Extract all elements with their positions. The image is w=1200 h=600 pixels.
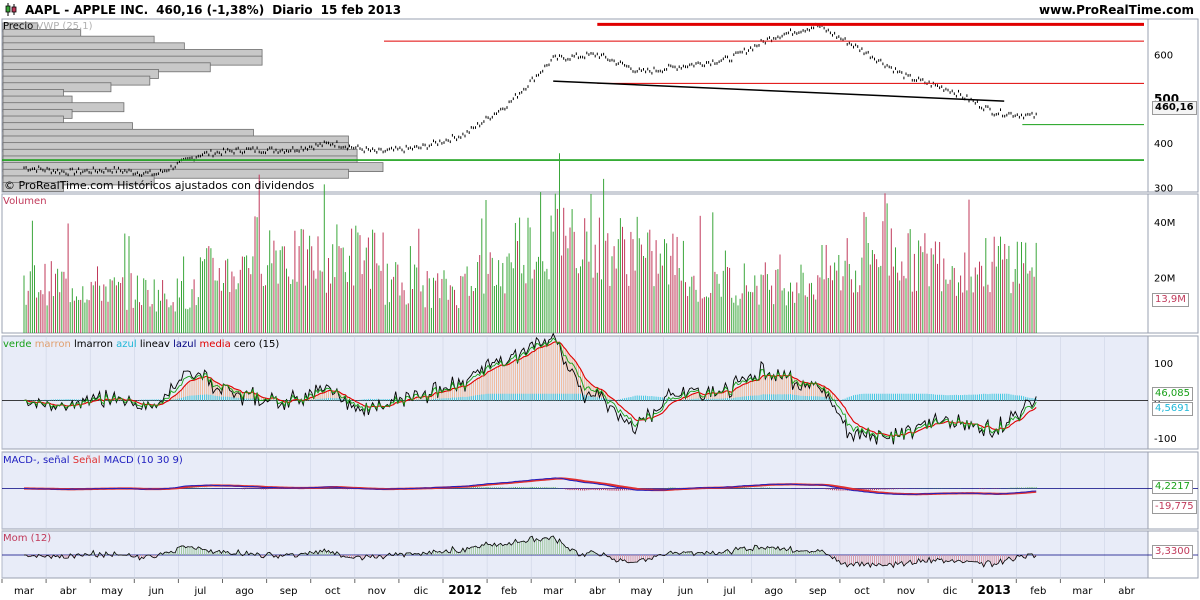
- price-panel-label: Precio VWP (25,1): [3, 21, 93, 32]
- ma-green-tag: 46,085: [1152, 387, 1193, 401]
- x-tick-label: nov: [897, 586, 915, 597]
- legend-item: media: [199, 339, 234, 350]
- site-link[interactable]: www.ProRealTime.com: [1039, 0, 1194, 19]
- legend-item: marron: [34, 339, 75, 350]
- last-price-tag: 460,16: [1152, 101, 1197, 115]
- watermark: © ProRealTime.com Históricos ajustados c…: [4, 179, 315, 192]
- x-tick-label: ago: [764, 586, 783, 597]
- x-tick-label: jun: [148, 586, 164, 597]
- chart-area: mar abr may jun jul ago sep oct nov dic 2012 feb mar…: [1, 18, 1199, 597]
- legend-item: MACD (10 30 9): [103, 455, 183, 466]
- macd-legend: MACD-, señal Señal MACD (10 30 9): [3, 455, 183, 466]
- legend-item: lineav: [139, 339, 174, 350]
- symbol-name: AAPL - APPLE INC.: [25, 2, 149, 17]
- period-label: Diario: [272, 2, 313, 17]
- x-tick-label: dic: [414, 586, 429, 597]
- x-tick-label: ago: [235, 586, 254, 597]
- x-tick-label: jun: [677, 586, 693, 597]
- panel-mom: [1, 530, 1149, 579]
- x-tick-label: feb: [1030, 586, 1046, 597]
- x-tick-label: 2012: [448, 583, 481, 597]
- x-tick-label: nov: [368, 586, 386, 597]
- x-tick-label: mar: [14, 586, 35, 597]
- price-change: 460,16 (-1,38%): [156, 2, 265, 17]
- x-tick-label: jul: [723, 586, 736, 597]
- x-tick-label: abr: [589, 586, 606, 597]
- ma-tick-label: -100: [1154, 434, 1177, 445]
- x-tick-label: mar: [543, 586, 564, 597]
- macd-green-tag: 4,2217: [1152, 480, 1193, 494]
- x-tick-label: dic: [943, 586, 958, 597]
- ma-legend: verde marron lmarron azul lineav lazul m…: [3, 339, 279, 350]
- legend-item: lmarron: [74, 339, 117, 350]
- legend-item: MACD-, señal: [3, 455, 73, 466]
- title-bar: AAPL - APPLE INC. 460,16 (-1,38%) Diario…: [0, 0, 401, 19]
- price-tick-label: 400: [1154, 139, 1173, 150]
- x-tick-label: may: [101, 586, 123, 597]
- legend-item: lazul: [173, 339, 200, 350]
- mom-tag: 3,3300: [1152, 545, 1193, 559]
- volume-tick-label: 40M: [1154, 218, 1175, 229]
- x-tick-label: oct: [854, 586, 870, 597]
- price-label: Precio: [3, 21, 34, 32]
- price-tick-label: 600: [1154, 50, 1173, 61]
- date-label: 15 feb 2013: [320, 2, 402, 17]
- x-tick-label: jul: [193, 586, 206, 597]
- x-tick-label: oct: [325, 586, 341, 597]
- x-tick-label: mar: [1072, 586, 1093, 597]
- x-tick-label: abr: [1118, 586, 1135, 597]
- panel-vol: [1, 193, 1149, 334]
- x-tick-label: sep: [809, 586, 827, 597]
- price-tick-label: 300: [1154, 184, 1173, 195]
- volume-label: Volumen: [3, 196, 47, 207]
- last-volume-tag: 13,9M: [1152, 293, 1189, 307]
- candlestick-icon: [5, 3, 17, 16]
- x-tick-label: feb: [501, 586, 517, 597]
- ma-blue-tag: 4,5691: [1152, 402, 1193, 416]
- x-tick-label: may: [631, 586, 653, 597]
- volume-tick-label: 20M: [1154, 273, 1175, 284]
- legend-item: verde: [3, 339, 35, 350]
- x-tick-label: sep: [280, 586, 298, 597]
- macd-red-tag: -19,775: [1152, 500, 1197, 514]
- legend-item: cero (15): [233, 339, 280, 350]
- mom-label: Mom (12): [3, 533, 52, 544]
- vwp-label: VWP (25,1): [36, 21, 93, 32]
- x-tick-label: 2013: [977, 583, 1010, 597]
- legend-item: azul: [116, 339, 140, 350]
- axis-vol: [1147, 193, 1199, 334]
- ma-tick-label: 100: [1154, 359, 1173, 370]
- legend-item: Señal: [72, 455, 104, 466]
- x-tick-label: abr: [60, 586, 77, 597]
